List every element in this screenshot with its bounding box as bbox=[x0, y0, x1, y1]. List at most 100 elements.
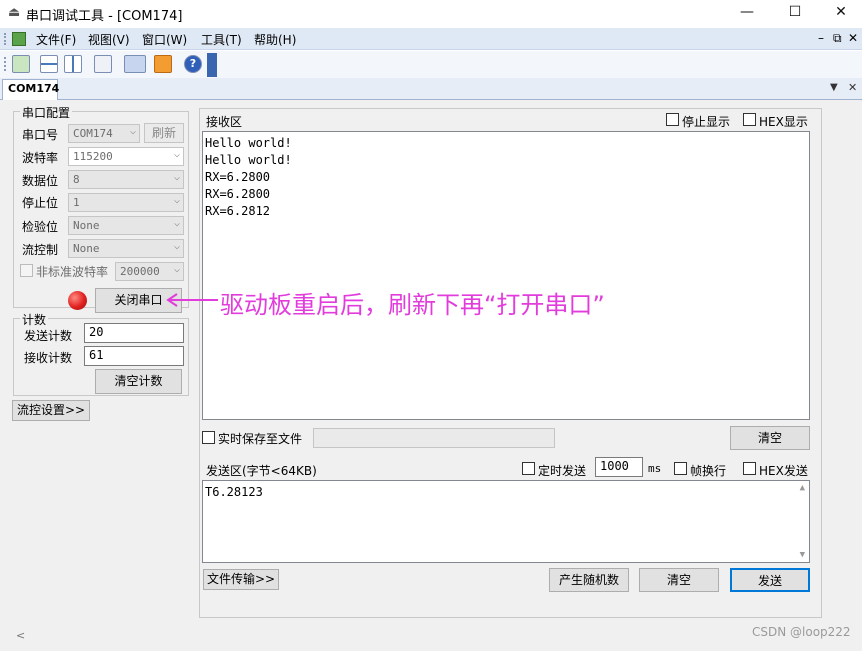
toolbar: ? bbox=[0, 51, 862, 78]
split-horizontal-icon[interactable] bbox=[40, 55, 58, 73]
receive-textarea[interactable]: Hello world! Hello world! RX=6.2800 RX=6… bbox=[202, 131, 810, 420]
new-session-icon[interactable] bbox=[12, 55, 30, 73]
mdi-restore-button[interactable]: ⧉ bbox=[833, 31, 842, 46]
hex-display-checkbox[interactable] bbox=[743, 113, 756, 126]
receive-line: Hello world! bbox=[205, 136, 292, 150]
databits-select[interactable]: 8 ⌵ bbox=[68, 170, 184, 189]
send-count-field: 20 bbox=[84, 323, 184, 343]
save-to-file-checkbox[interactable] bbox=[202, 431, 215, 444]
mdi-minimize-button[interactable]: – bbox=[818, 31, 824, 45]
send-button[interactable]: 发送 bbox=[730, 568, 810, 592]
toolbar-grip-icon bbox=[4, 57, 9, 71]
hex-send-label: HEX发送 bbox=[759, 464, 808, 478]
chevron-down-icon: ⌵ bbox=[173, 241, 180, 252]
file-transfer-button[interactable]: 文件传输>> bbox=[203, 569, 279, 590]
save-to-file-label: 实时保存至文件 bbox=[218, 432, 303, 446]
calculator-icon[interactable] bbox=[94, 55, 112, 73]
split-vertical-icon[interactable] bbox=[64, 55, 82, 73]
tab-close-icon[interactable]: ✕ bbox=[848, 81, 857, 94]
scroll-down-icon[interactable]: ▼ bbox=[800, 550, 805, 560]
mdi-close-button[interactable]: ✕ bbox=[848, 31, 858, 45]
send-clear-button[interactable]: 清空 bbox=[639, 568, 719, 592]
stopbits-select[interactable]: 1 ⌵ bbox=[68, 193, 184, 212]
menu-tools[interactable]: 工具(T) bbox=[201, 31, 242, 48]
clear-count-button[interactable]: 清空计数 bbox=[95, 369, 182, 394]
receive-clear-button[interactable]: 清空 bbox=[730, 426, 810, 450]
timed-send-checkbox[interactable] bbox=[522, 462, 535, 475]
menu-view[interactable]: 视图(V) bbox=[88, 31, 130, 48]
help-icon[interactable]: ? bbox=[184, 55, 202, 73]
recv-count-field: 61 bbox=[84, 346, 184, 366]
counter-title: 计数 bbox=[20, 311, 49, 328]
chevron-down-icon: ⌵ bbox=[173, 172, 180, 183]
parity-label: 检验位 bbox=[22, 220, 59, 234]
tab-com174[interactable]: COM174 bbox=[2, 79, 59, 100]
receive-line: Hello world! bbox=[205, 153, 292, 167]
close-button[interactable]: ✕ bbox=[818, 0, 862, 26]
interval-input[interactable]: 1000 bbox=[595, 457, 643, 477]
toolbar-overflow-icon[interactable] bbox=[207, 53, 217, 77]
send-title: 发送区(字节<64KB) bbox=[206, 464, 317, 478]
frame-newline-checkbox[interactable] bbox=[674, 462, 687, 475]
stop-display-checkbox[interactable] bbox=[666, 113, 679, 126]
maximize-button[interactable]: ☐ bbox=[772, 0, 818, 26]
frame-newline-label: 帧换行 bbox=[690, 464, 727, 478]
scroll-left-icon[interactable]: < bbox=[16, 629, 25, 642]
upload-icon[interactable] bbox=[154, 55, 172, 73]
receive-line: RX=6.2800 bbox=[205, 187, 271, 201]
tab-bar: ▼ ✕ bbox=[0, 78, 862, 100]
receive-line: RX=6.2800 bbox=[205, 170, 271, 184]
stopbits-label: 停止位 bbox=[22, 196, 59, 210]
serial-config-title: 串口配置 bbox=[20, 104, 73, 121]
window-title: 串口调试工具 - [COM174] bbox=[26, 9, 183, 24]
port-label: 串口号 bbox=[22, 128, 59, 142]
send-count-label: 发送计数 bbox=[24, 329, 73, 343]
flow-settings-button[interactable]: 流控设置>> bbox=[12, 400, 90, 421]
chevron-down-icon: ⌵ bbox=[173, 264, 180, 275]
nonstd-baud-label: 非标准波特率 bbox=[36, 265, 109, 279]
annotation-arrow-icon bbox=[166, 293, 218, 307]
send-textarea[interactable]: T6.28123 ▲ ▼ bbox=[202, 480, 810, 563]
menu-window[interactable]: 窗口(W) bbox=[142, 31, 187, 48]
parity-select[interactable]: None ⌵ bbox=[68, 216, 184, 235]
stop-display-label: 停止显示 bbox=[682, 115, 731, 129]
minimize-button[interactable]: — bbox=[724, 0, 770, 26]
menu-file[interactable]: 文件(F) bbox=[36, 31, 76, 48]
menu-app-icon bbox=[12, 32, 26, 46]
nonstd-baud-select[interactable]: 200000 ⌵ bbox=[115, 262, 184, 281]
flow-label: 流控制 bbox=[22, 243, 59, 257]
nonstd-baud-value: 200000 bbox=[120, 265, 160, 278]
chevron-down-icon: ⌵ bbox=[129, 126, 136, 137]
chevron-down-icon: ⌵ bbox=[173, 195, 180, 206]
chevron-down-icon: ⌵ bbox=[173, 218, 180, 229]
horizontal-scrollbar[interactable]: < bbox=[2, 628, 860, 645]
title-bar: ⏏ 串口调试工具 - [COM174] — ☐ ✕ bbox=[0, 0, 862, 26]
port-status-indicator-icon bbox=[68, 291, 87, 310]
app-icon: ⏏ bbox=[8, 5, 21, 20]
menu-bar: 文件(F) 视图(V) 窗口(W) 工具(T) 帮助(H) – ⧉ ✕ bbox=[0, 28, 862, 50]
port-select[interactable]: COM174 ⌵ bbox=[68, 124, 140, 143]
databits-value: 8 bbox=[73, 173, 80, 186]
hex-send-checkbox[interactable] bbox=[743, 462, 756, 475]
menu-grip-icon bbox=[4, 33, 9, 45]
refresh-button[interactable]: 刷新 bbox=[144, 123, 184, 143]
menu-help[interactable]: 帮助(H) bbox=[254, 31, 296, 48]
nonstd-baud-checkbox[interactable] bbox=[20, 264, 33, 277]
scroll-up-icon[interactable]: ▲ bbox=[800, 483, 805, 493]
hex-display-label: HEX显示 bbox=[759, 115, 808, 129]
tab-list-dropdown-icon[interactable]: ▼ bbox=[830, 82, 838, 93]
receive-line: RX=6.2812 bbox=[205, 204, 271, 218]
send-text: T6.28123 bbox=[205, 485, 263, 499]
save-file-path-field[interactable] bbox=[313, 428, 555, 448]
flow-select[interactable]: None ⌵ bbox=[68, 239, 184, 258]
chevron-down-icon: ⌵ bbox=[173, 149, 180, 160]
recv-count-label: 接收计数 bbox=[24, 351, 73, 365]
baud-value: 115200 bbox=[73, 150, 113, 163]
baud-select[interactable]: 115200 ⌵ bbox=[68, 147, 184, 166]
baud-label: 波特率 bbox=[22, 151, 59, 165]
random-number-button[interactable]: 产生随机数 bbox=[549, 568, 629, 592]
interval-unit: ms bbox=[648, 462, 662, 475]
network-icon[interactable] bbox=[124, 55, 146, 73]
stopbits-value: 1 bbox=[73, 196, 80, 209]
annotation-text: 驱动板重启后，刷新下再“打开串口” bbox=[220, 291, 605, 319]
